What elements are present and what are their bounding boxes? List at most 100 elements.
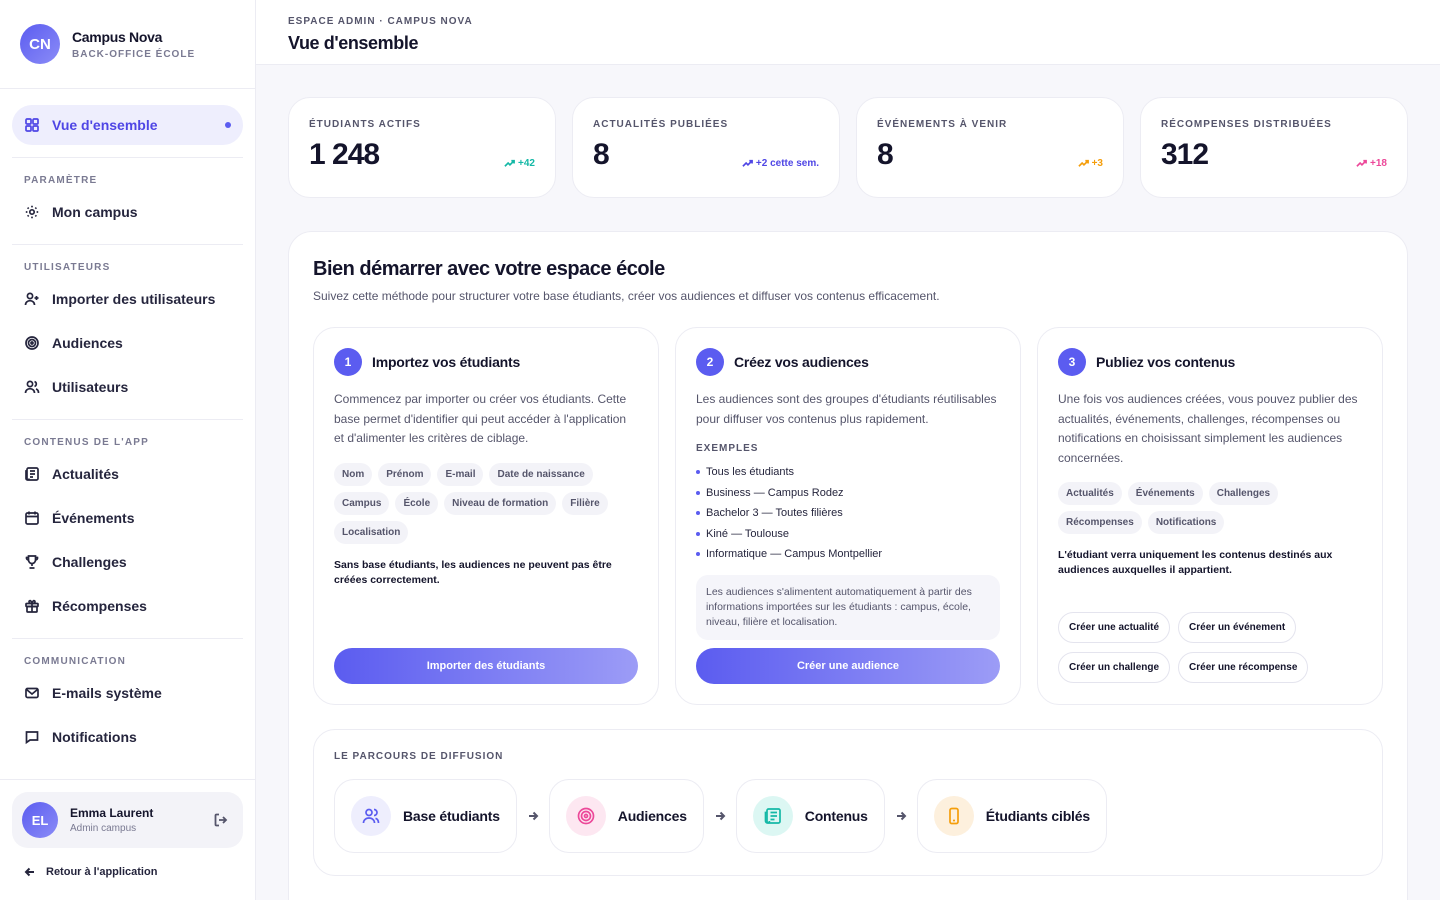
chip: Prénom <box>378 462 432 486</box>
chip: Nom <box>334 462 373 486</box>
flow-row: Base étudiants Audiences Contenus Étudia… <box>334 779 1362 853</box>
chip: Campus <box>334 491 390 515</box>
create-event-button[interactable]: Créer un événement <box>1178 612 1297 643</box>
target-icon <box>565 796 606 836</box>
flow-step-label: Étudiants ciblés <box>985 808 1090 824</box>
sidebar-item-recompenses[interactable]: Récompenses <box>12 586 243 626</box>
nav-section-title: PARAMÈTRE <box>24 175 98 186</box>
sidebar-item-mon-campus[interactable]: Mon campus <box>12 192 243 232</box>
kpi-value: 312 <box>1161 138 1209 171</box>
flow-step-label: Contenus <box>804 808 868 824</box>
kpi-card-rewards: RÉCOMPENSES DISTRIBUÉES 312 +18 <box>1140 97 1408 198</box>
logout-icon[interactable] <box>209 808 233 832</box>
step-note: Sans base étudiants, les audiences ne pe… <box>334 558 612 586</box>
kpi-card-students: ÉTUDIANTS ACTIFS 1 248 +42 <box>288 97 556 198</box>
panel-title: Bien démarrer avec votre espace école <box>313 258 665 280</box>
kpi-trend-value: +2 cette sem. <box>755 158 819 169</box>
users-icon <box>24 379 40 395</box>
arrow-left-icon <box>24 867 34 877</box>
kpi-card-news: ACTUALITÉS PUBLIÉES 8 +2 cette sem. <box>572 97 840 198</box>
nav-section-contenus: CONTENUS DE L'APP Actualités Événements … <box>12 419 243 626</box>
create-challenge-button[interactable]: Créer un challenge <box>1058 652 1171 683</box>
create-reward-button[interactable]: Créer une récompense <box>1178 652 1309 683</box>
nav-section-title: CONTENUS DE L'APP <box>24 437 150 448</box>
newspaper-icon <box>752 796 793 836</box>
sidebar-item-audiences[interactable]: Audiences <box>12 323 243 363</box>
sidebar-item-import-users[interactable]: Importer des utilisateurs <box>12 279 243 319</box>
sidebar-item-label: Récompenses <box>52 598 147 614</box>
trophy-icon <box>24 554 40 570</box>
step-card-publish: 3 Publiez vos contenus Une fois vos audi… <box>1037 327 1383 705</box>
kpi-label: ÉTUDIANTS ACTIFS <box>309 119 421 130</box>
examples-list: Tous les étudiants Business — Campus Rod… <box>696 462 1000 565</box>
sidebar-nav: Vue d'ensemble PARAMÈTRE Mon campus UTIL… <box>0 89 255 757</box>
step-description: Les audiences sont des groupes d'étudian… <box>696 392 997 426</box>
sidebar-item-notifications[interactable]: Notifications <box>12 717 243 757</box>
kpi-trend: +18 <box>1356 158 1387 169</box>
chip: Actualités <box>1058 482 1122 505</box>
flow-step-label: Audiences <box>617 808 687 824</box>
sidebar-item-label: Vue d'ensemble <box>52 117 158 133</box>
kpi-label: ACTUALITÉS PUBLIÉES <box>593 119 729 130</box>
avatar: EL <box>22 802 58 838</box>
import-students-button[interactable]: Importer des étudiants <box>334 648 638 684</box>
trend-up-icon <box>504 159 515 167</box>
sidebar-item-users[interactable]: Utilisateurs <box>12 367 243 407</box>
kpi-trend: +42 <box>504 158 535 169</box>
user-panel: EL Emma Laurent Admin campus Retour à l'… <box>0 779 255 900</box>
chip: Filière <box>562 491 608 515</box>
info-box: Les audiences s'alimentent automatiqueme… <box>696 574 1000 640</box>
step-number: 1 <box>334 348 362 376</box>
sidebar-item-evenements[interactable]: Événements <box>12 498 243 538</box>
chip: Challenges <box>1208 482 1279 505</box>
arrow-right-icon <box>517 810 549 822</box>
kpi-row: ÉTUDIANTS ACTIFS 1 248 +42 ACTUALITÉS PU… <box>288 97 1408 198</box>
sidebar-item-label: E-mails système <box>52 685 162 701</box>
create-audience-button[interactable]: Créer une audience <box>696 648 1000 684</box>
arrow-right-icon <box>704 810 736 822</box>
create-news-button[interactable]: Créer une actualité <box>1058 612 1171 643</box>
list-item: Tous les étudiants <box>696 462 1000 483</box>
chip: Notifications <box>1147 511 1225 534</box>
sidebar-item-overview[interactable]: Vue d'ensemble <box>12 105 243 145</box>
page-title: Vue d'ensemble <box>288 33 419 53</box>
flow-step-cibles: Étudiants ciblés <box>916 779 1107 853</box>
active-dot <box>225 122 231 128</box>
brand: CN Campus Nova BACK-OFFICE ÉCOLE <box>0 0 255 89</box>
nav-section-title: COMMUNICATION <box>24 656 127 667</box>
calendar-icon <box>24 510 40 526</box>
kpi-card-events: ÉVÉNEMENTS À VENIR 8 +3 <box>856 97 1124 198</box>
sidebar-item-label: Mon campus <box>52 204 138 220</box>
step-description: Une fois vos audiences créées, vous pouv… <box>1058 392 1358 465</box>
main-content: ÉTUDIANTS ACTIFS 1 248 +42 ACTUALITÉS PU… <box>288 97 1408 900</box>
step-number: 3 <box>1058 348 1086 376</box>
sidebar-item-challenges[interactable]: Challenges <box>12 542 243 582</box>
target-icon <box>24 335 40 351</box>
flow-step-contenus: Contenus <box>735 779 885 853</box>
field-chips: Nom Prénom E-mail Date de naissance Camp… <box>334 462 638 544</box>
message-icon <box>24 729 40 745</box>
nav-section-title: UTILISATEURS <box>24 262 111 273</box>
sidebar-item-emails[interactable]: E-mails système <box>12 673 243 713</box>
brand-logo: CN <box>20 24 60 64</box>
breadcrumb: ESPACE ADMIN · CAMPUS NOVA <box>288 16 473 27</box>
sidebar-item-label: Actualités <box>52 466 119 482</box>
content-chips: Actualités Événements Challenges Récompe… <box>1058 482 1362 534</box>
trend-up-icon <box>1077 159 1089 167</box>
users-icon <box>351 796 391 836</box>
brand-subtitle: BACK-OFFICE ÉCOLE <box>72 48 196 60</box>
kpi-value: 8 <box>877 138 894 171</box>
diffusion-flow: LE PARCOURS DE DIFFUSION Base étudiants … <box>313 729 1383 876</box>
kpi-value: 1 248 <box>309 138 380 171</box>
sidebar-item-actualites[interactable]: Actualités <box>12 454 243 494</box>
kpi-label: ÉVÉNEMENTS À VENIR <box>877 119 1008 130</box>
step-number: 2 <box>696 348 724 376</box>
list-item: Bachelor 3 — Toutes filières <box>696 503 1000 524</box>
sidebar-item-label: Notifications <box>52 729 137 745</box>
phone-icon <box>933 796 974 836</box>
user-plus-icon <box>24 291 40 307</box>
mail-icon <box>24 685 40 701</box>
back-to-app-link[interactable]: Retour à l'application <box>12 866 243 878</box>
step-title: Importez vos étudiants <box>372 354 521 370</box>
chip: Événements <box>1127 482 1203 505</box>
